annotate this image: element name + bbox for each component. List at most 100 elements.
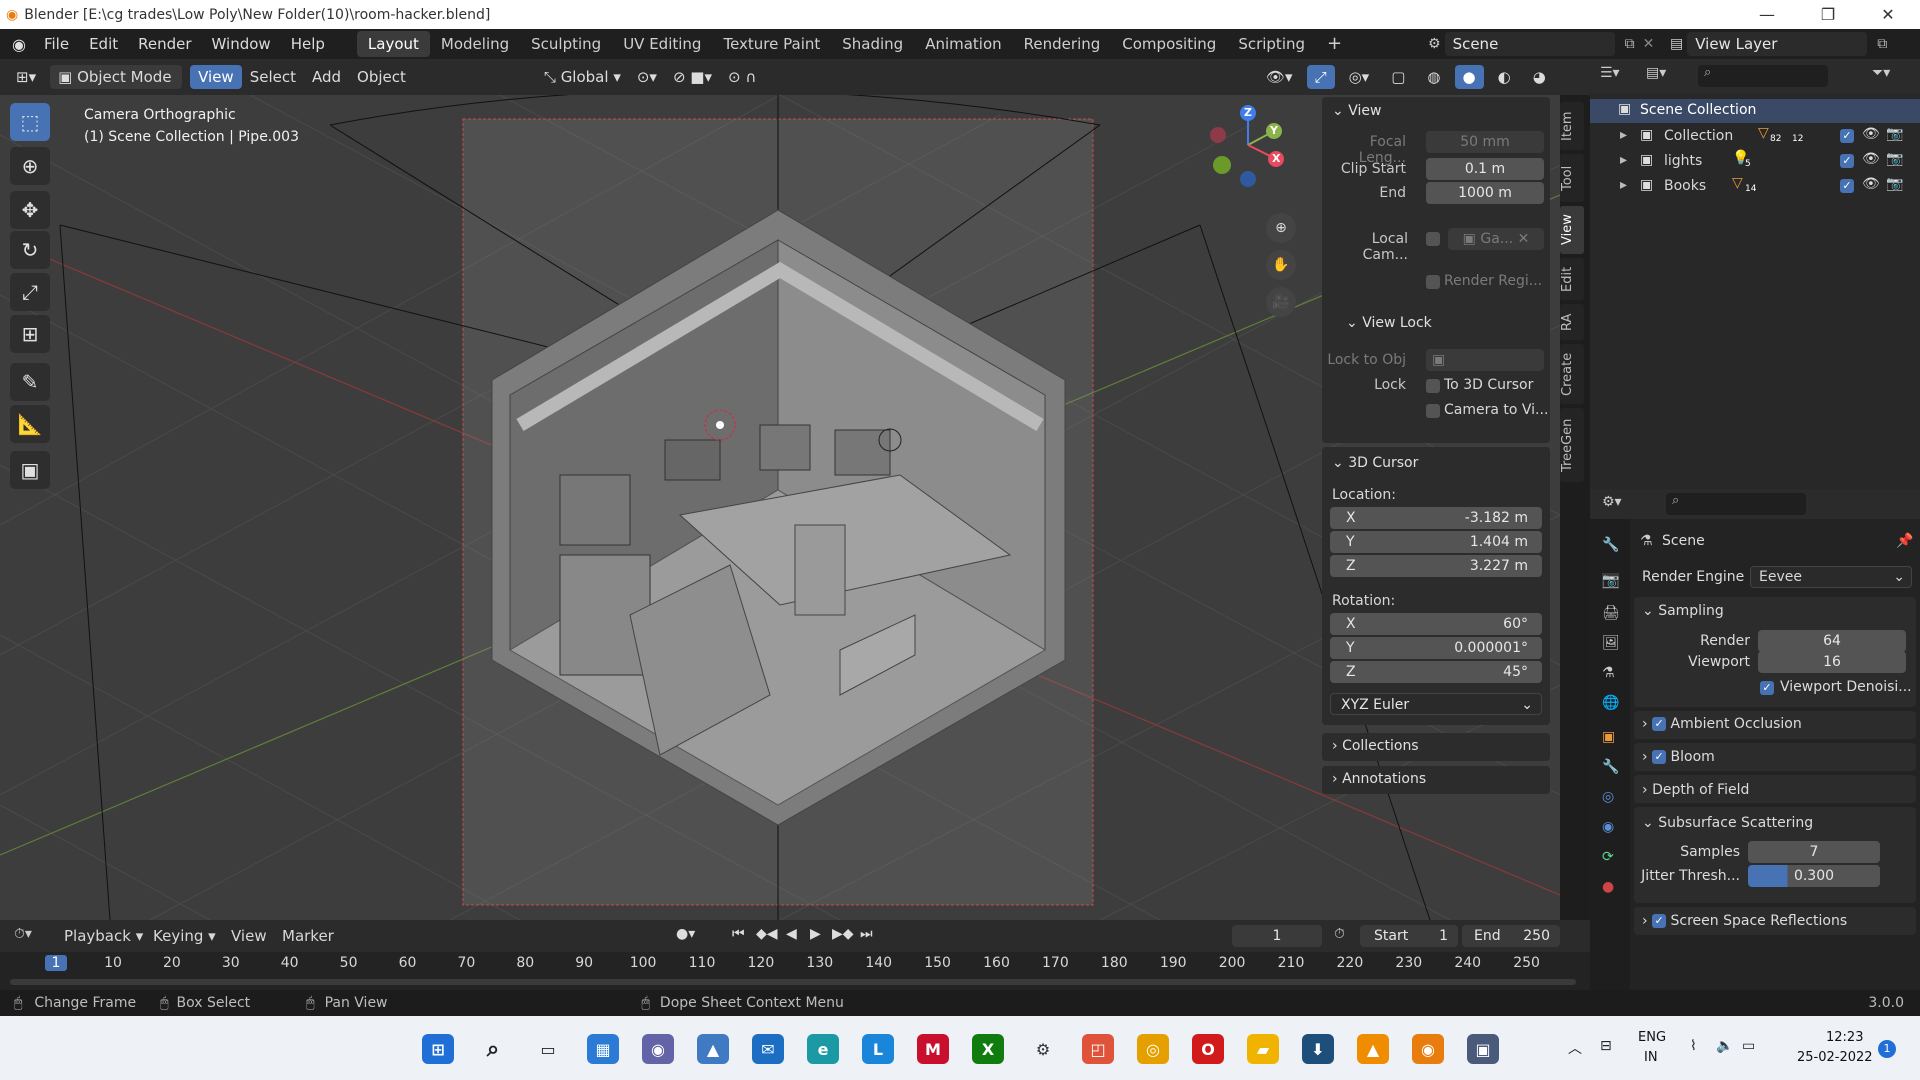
active-app-icon[interactable]: ▣: [1467, 1034, 1499, 1064]
side-tab-create[interactable]: Create: [1560, 344, 1584, 404]
transform-tool-icon[interactable]: ⊞: [10, 315, 50, 353]
new-scene-icon[interactable]: ⧉: [1625, 36, 1635, 52]
record-icon[interactable]: ●▾: [676, 926, 695, 942]
blender-menu-icon[interactable]: ◉: [12, 35, 26, 54]
render-camera-icon[interactable]: 📷: [1886, 151, 1903, 167]
menu-playback[interactable]: Playback ▾: [64, 927, 143, 945]
tab-texture-paint[interactable]: Texture Paint: [712, 31, 831, 57]
physics-tab-icon[interactable]: ◉: [1602, 819, 1614, 835]
snap-icon[interactable]: ⊘ ■▾: [665, 65, 720, 89]
menu-marker[interactable]: Marker: [282, 927, 334, 945]
rotation-mode-select[interactable]: XYZ Euler ⌄: [1330, 693, 1542, 715]
jump-end-icon[interactable]: ⏭: [860, 926, 873, 942]
render-samples-field[interactable]: 64: [1758, 630, 1906, 652]
wifi-icon[interactable]: ⌇: [1690, 1038, 1697, 1054]
settings-icon[interactable]: ⚙: [1027, 1034, 1059, 1064]
subsurface-header[interactable]: ⌄ Subsurface Scattering: [1642, 815, 1813, 831]
windows-start-icon[interactable]: ⊞: [422, 1034, 454, 1064]
vlc-icon[interactable]: ▲: [1357, 1034, 1389, 1064]
clock-time[interactable]: 12:23: [1826, 1030, 1863, 1045]
frame-end-field[interactable]: End 250: [1462, 925, 1560, 947]
menu-keying[interactable]: Keying ▾: [153, 927, 216, 945]
jump-start-icon[interactable]: ⏮: [732, 926, 745, 942]
maximize-button[interactable]: ❐: [1805, 0, 1851, 29]
cursor-location-y-field[interactable]: Y 1.404 m: [1330, 531, 1542, 553]
ssr-checkbox[interactable]: ✓: [1652, 914, 1667, 928]
l-app-icon[interactable]: L: [862, 1034, 894, 1064]
properties-editor-icon[interactable]: ⚙▾: [1602, 494, 1622, 510]
bloom-checkbox[interactable]: ✓: [1652, 750, 1667, 764]
collection-include-checkbox[interactable]: ✓: [1840, 129, 1854, 143]
add-workspace-button[interactable]: +: [1316, 31, 1353, 57]
pivot-icon[interactable]: ⊙▾: [629, 65, 665, 89]
new-view-layer-icon[interactable]: ⧉: [1877, 36, 1887, 52]
side-tab-treegen[interactable]: TreeGen: [1560, 408, 1584, 482]
overlay-toggle-icon[interactable]: ◎▾: [1341, 65, 1378, 89]
play-icon[interactable]: ▶: [810, 926, 821, 942]
pin-icon[interactable]: 📌: [1896, 533, 1913, 549]
ambient-occlusion-checkbox[interactable]: ✓: [1652, 717, 1667, 731]
viewport-denoise-checkbox[interactable]: ✓: [1760, 681, 1774, 695]
notification-badge[interactable]: 1: [1878, 1040, 1896, 1058]
lights-include-checkbox[interactable]: ✓: [1840, 154, 1854, 168]
preview-range-icon[interactable]: ⏱: [1334, 926, 1345, 942]
jitter-threshold-field[interactable]: 0.300: [1748, 865, 1880, 887]
chrome-icon[interactable]: ◎: [1137, 1034, 1169, 1064]
annotate-tool-icon[interactable]: ✎: [10, 363, 50, 401]
menu-render[interactable]: Render: [128, 29, 201, 59]
expand-icon[interactable]: ▸: [1620, 177, 1627, 193]
lock-to-3d-cursor-checkbox[interactable]: [1426, 379, 1440, 393]
sampling-header[interactable]: ⌄ Sampling: [1642, 603, 1724, 619]
task-view-icon[interactable]: ▭: [532, 1034, 564, 1064]
clip-end-field[interactable]: 1000 m: [1426, 182, 1544, 204]
language-line1[interactable]: ENG: [1638, 1030, 1666, 1045]
collections-panel[interactable]: › Collections: [1322, 733, 1550, 761]
installer-icon[interactable]: ⬇: [1302, 1034, 1334, 1064]
view-panel-title[interactable]: ⌄ View: [1332, 103, 1381, 119]
file-explorer-icon[interactable]: ▰: [1247, 1034, 1279, 1064]
side-tab-view[interactable]: View: [1560, 206, 1584, 254]
rotate-tool-icon[interactable]: ↻: [10, 231, 50, 269]
material-tab-icon[interactable]: ●: [1602, 879, 1614, 895]
add-cube-tool-icon[interactable]: ▣: [10, 451, 50, 489]
camera-to-view-checkbox[interactable]: [1426, 404, 1440, 418]
photos-icon[interactable]: ▲: [697, 1034, 729, 1064]
timeline-scrollbar[interactable]: [10, 979, 1576, 985]
volume-icon[interactable]: 🔈: [1716, 1038, 1733, 1054]
side-tab-tool[interactable]: Tool: [1560, 154, 1584, 202]
minimize-button[interactable]: —: [1744, 0, 1790, 29]
render-engine-select[interactable]: Eevee ⌄: [1750, 566, 1912, 588]
language-line2[interactable]: IN: [1644, 1050, 1658, 1065]
menu-help[interactable]: Help: [281, 29, 335, 59]
menu-file[interactable]: File: [34, 29, 79, 59]
tab-rendering[interactable]: Rendering: [1013, 31, 1112, 57]
measure-tool-icon[interactable]: 📐: [10, 405, 50, 443]
menu-view[interactable]: View: [190, 65, 242, 89]
scene-icon[interactable]: ⚙: [1428, 36, 1441, 52]
mcafee-icon[interactable]: M: [917, 1034, 949, 1064]
zoom-icon[interactable]: ⊕: [1266, 213, 1296, 243]
red-app-icon[interactable]: ◰: [1082, 1034, 1114, 1064]
camera-view-icon[interactable]: 🎥: [1266, 287, 1296, 317]
prev-keyframe-icon[interactable]: ◆◀: [756, 926, 778, 942]
filter-icon[interactable]: ⏷▾: [1872, 65, 1890, 81]
frame-start-field[interactable]: Start 1: [1360, 925, 1458, 947]
output-tab-icon[interactable]: 🖨: [1602, 605, 1620, 621]
side-tab-ra[interactable]: RA: [1560, 304, 1584, 340]
tab-uv-editing[interactable]: UV Editing: [612, 31, 712, 57]
local-camera-checkbox[interactable]: [1426, 232, 1440, 246]
world-tab-icon[interactable]: 🌐: [1602, 695, 1619, 711]
menu-object[interactable]: Object: [349, 65, 414, 89]
particles-tab-icon[interactable]: ◎: [1602, 789, 1614, 805]
transform-orientation-selector[interactable]: ⤡ Global ▾: [536, 65, 629, 89]
cursor-tool-icon[interactable]: ⊕: [10, 147, 50, 185]
move-tool-icon[interactable]: ✥: [10, 191, 50, 229]
tab-scripting[interactable]: Scripting: [1227, 31, 1316, 57]
tab-sculpting[interactable]: Sculpting: [520, 31, 612, 57]
xbox-icon[interactable]: X: [972, 1034, 1004, 1064]
edge-browser-icon[interactable]: e: [807, 1034, 839, 1064]
cursor-location-z-field[interactable]: Z 3.227 m: [1330, 555, 1542, 577]
menu-timeline-view[interactable]: View: [231, 927, 267, 945]
3d-cursor-title[interactable]: ⌄ 3D Cursor: [1332, 455, 1418, 471]
tab-animation[interactable]: Animation: [914, 31, 1012, 57]
